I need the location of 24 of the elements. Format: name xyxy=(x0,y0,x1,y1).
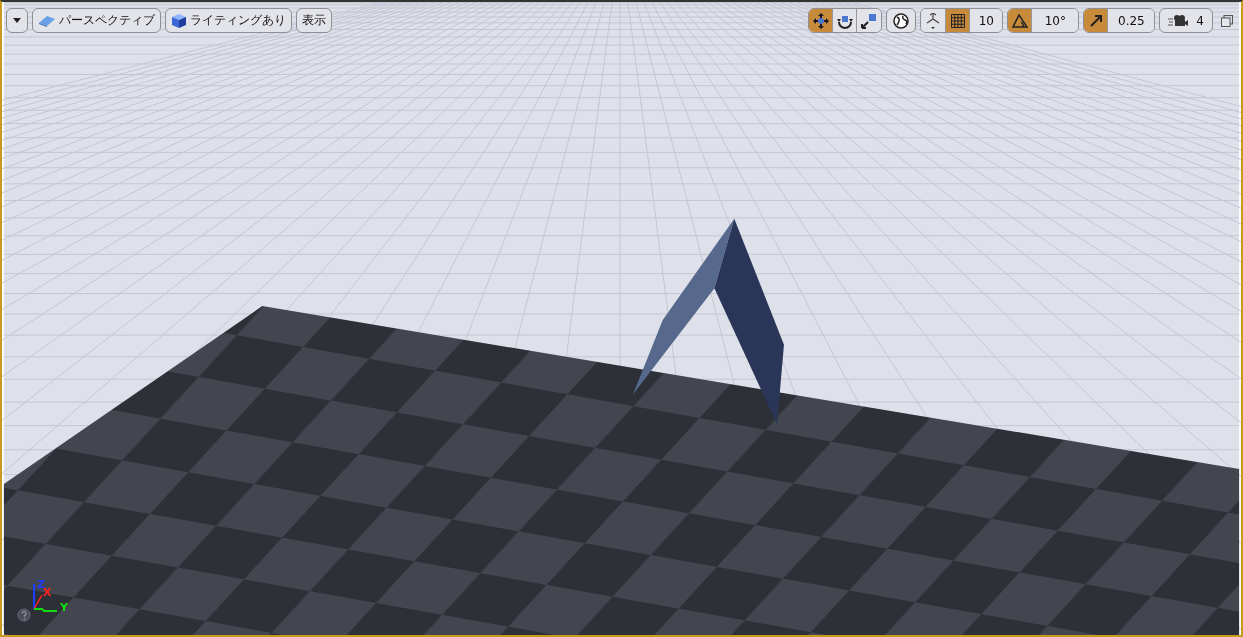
show-button[interactable]: 表示 xyxy=(296,8,332,33)
maximize-icon[interactable] xyxy=(1221,14,1233,27)
scale-icon xyxy=(861,12,878,29)
grid-icon xyxy=(950,13,965,28)
angle-icon xyxy=(1011,13,1028,28)
help-icon[interactable] xyxy=(17,608,31,622)
level-viewport[interactable]: パースペクティブ ライティングあり 表示 10 10° 0.25 4 Z X Y xyxy=(0,0,1243,637)
globe-icon xyxy=(893,12,910,29)
move-arrows-icon xyxy=(812,12,829,29)
surface-snap-button[interactable] xyxy=(921,9,947,32)
grid-snap-toggle[interactable] xyxy=(946,9,971,32)
lighting-button[interactable]: ライティングあり xyxy=(165,8,292,33)
perspective-button[interactable]: パースペクティブ xyxy=(32,8,161,33)
translate-tool[interactable] xyxy=(809,9,834,32)
camera-speed-button[interactable]: 4 xyxy=(1159,8,1213,33)
cube-icon xyxy=(171,12,187,29)
diagonal-arrow-icon xyxy=(1088,13,1103,28)
movie-camera-icon xyxy=(1168,13,1189,28)
scale-snap-toggle[interactable] xyxy=(1084,9,1109,32)
viewport-options-button[interactable] xyxy=(6,8,28,33)
y-axis-label: Y xyxy=(60,601,68,614)
world-globe-button[interactable] xyxy=(886,8,917,33)
caret-icon xyxy=(13,18,21,23)
rotation-snap-toggle[interactable] xyxy=(1008,9,1033,32)
